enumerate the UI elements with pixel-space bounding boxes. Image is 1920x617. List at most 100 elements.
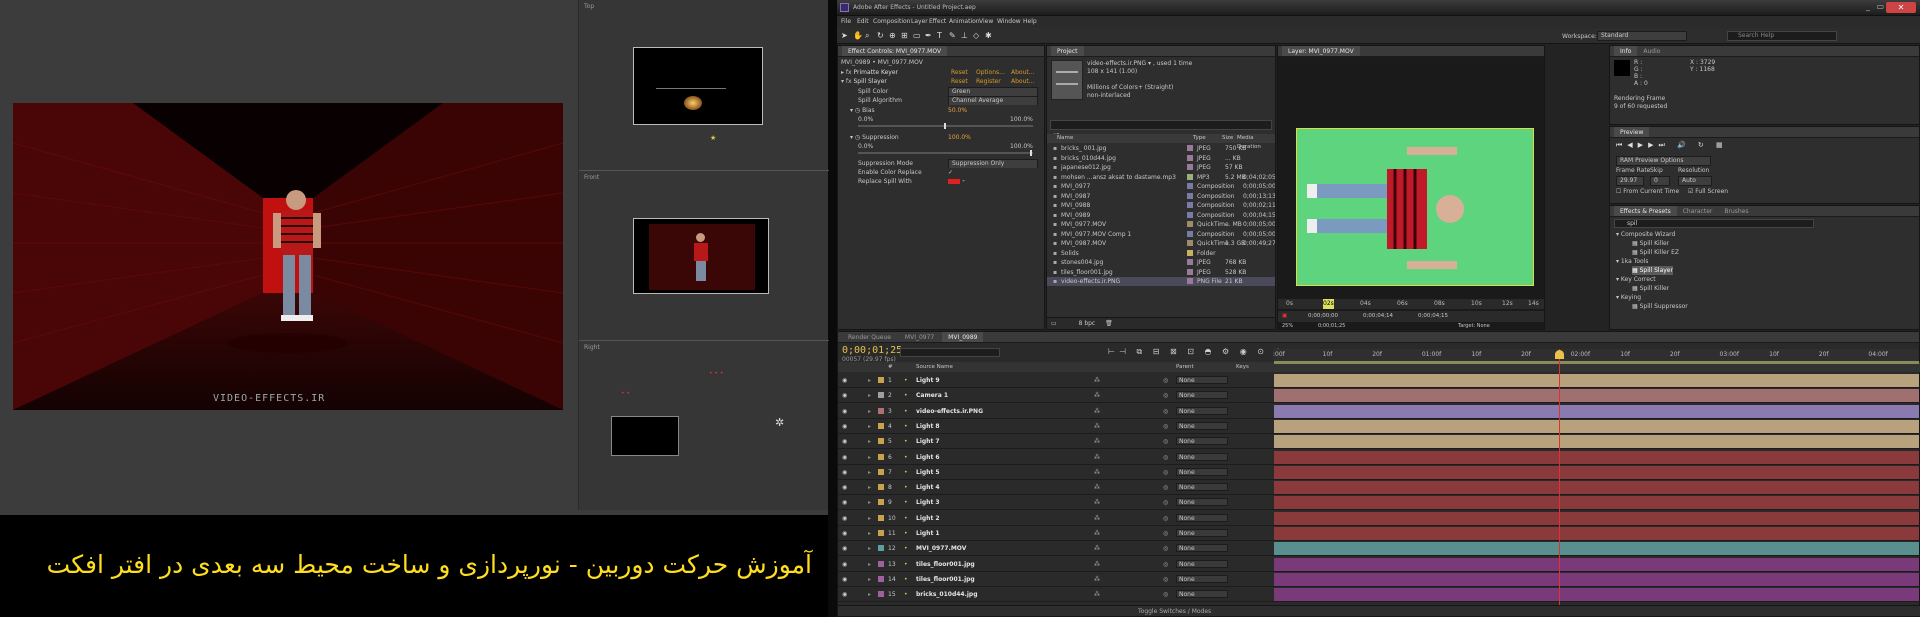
pickwhip-icon[interactable]: ◎ xyxy=(1163,391,1168,400)
switch-icon[interactable]: ⁂ xyxy=(1094,560,1100,569)
tab-character[interactable]: Character xyxy=(1677,206,1719,216)
expand-arrow-icon[interactable]: ▸ xyxy=(868,498,871,507)
layer-label-color[interactable] xyxy=(878,514,884,521)
maximize-button[interactable]: ▭ xyxy=(1876,2,1884,11)
visibility-eye-icon[interactable]: ◉ xyxy=(842,498,847,507)
timeline-layer-row[interactable]: ◉ ▸ 15 • bricks_010d44.jpg ⁂ ◎ None xyxy=(838,587,1920,603)
label-swatch[interactable] xyxy=(1187,164,1193,170)
effect-item[interactable]: ▦ Spill Slayer xyxy=(1632,266,1673,275)
parent-select[interactable]: None xyxy=(1176,590,1228,599)
target-select[interactable]: Target: None xyxy=(1458,323,1490,330)
project-item[interactable]: ▪ MVI_0987 Composition 0;00;13;13 xyxy=(1047,192,1275,201)
col-source-name[interactable]: Source Name xyxy=(916,362,953,372)
perspective-view[interactable]: VIDEO-EFFECTS.IR xyxy=(13,103,563,410)
switch-icon[interactable]: ⁂ xyxy=(1094,575,1100,584)
project-item[interactable]: ▪ MVI_0989 Composition 0;00;04;15 xyxy=(1047,211,1275,220)
col-number[interactable]: # xyxy=(888,362,893,372)
layer-duration-bar[interactable] xyxy=(1274,404,1919,418)
timeline-layer-row[interactable]: ◉ ▸ 9 • Light 3 ⁂ ◎ None xyxy=(838,495,1920,511)
label-swatch[interactable] xyxy=(1187,230,1193,237)
layer-label-color[interactable] xyxy=(878,468,884,475)
switch-icon[interactable]: ⁂ xyxy=(1094,407,1100,416)
layer-duration-bar[interactable] xyxy=(1274,572,1919,586)
text-tool-icon[interactable]: T xyxy=(937,31,942,40)
expand-arrow-icon[interactable]: ▸ xyxy=(868,544,871,553)
zoom-select[interactable]: 25% xyxy=(1282,323,1293,330)
visibility-eye-icon[interactable]: ◉ xyxy=(842,391,847,400)
layer-label-color[interactable] xyxy=(878,560,884,567)
layer-name[interactable]: tiles_floor001.jpg xyxy=(916,560,975,569)
col-keys[interactable]: Keys xyxy=(1236,362,1249,372)
layer-label-color[interactable] xyxy=(878,499,884,506)
pickwhip-icon[interactable]: ◎ xyxy=(1163,575,1168,584)
work-area-bar[interactable] xyxy=(1274,361,1919,364)
layer-duration-bar[interactable] xyxy=(1274,588,1919,602)
visibility-eye-icon[interactable]: ◉ xyxy=(842,560,847,569)
in-point[interactable]: 0;00;00;00 xyxy=(1308,311,1338,322)
expand-arrow-icon[interactable]: ▸ xyxy=(868,453,871,462)
pickwhip-icon[interactable]: ◎ xyxy=(1163,560,1168,569)
switch-icon[interactable]: ⁂ xyxy=(1094,468,1100,477)
layer-duration-bar[interactable] xyxy=(1274,496,1919,510)
tab-effects-presets[interactable]: Effects & Presets xyxy=(1614,206,1677,216)
frame-rate-select[interactable]: 29.97 xyxy=(1616,176,1644,186)
tab-comp-mvi-0989[interactable]: MVI_0989 xyxy=(942,332,984,342)
switch-icon[interactable]: ⁂ xyxy=(1094,529,1100,538)
label-swatch[interactable] xyxy=(1187,183,1193,189)
full-screen-check[interactable]: ☑ Full Screen xyxy=(1688,187,1728,196)
visibility-eye-icon[interactable]: ◉ xyxy=(842,376,847,385)
tab-info[interactable]: Info xyxy=(1614,46,1638,56)
timeline-layer-row[interactable]: ◉ ▸ 8 • Light 4 ⁂ ◎ None xyxy=(838,480,1920,496)
minimize-button[interactable]: _ xyxy=(1866,2,1870,11)
project-item[interactable]: ▪ MVI_0987.MOV QuickTime 1.3 GB 0;00;49;27 xyxy=(1047,239,1275,248)
menu-view[interactable]: View xyxy=(979,18,993,26)
pickwhip-icon[interactable]: ◎ xyxy=(1163,422,1168,431)
layer-duration-bar[interactable] xyxy=(1274,374,1919,387)
project-item[interactable]: ▪ mohsen ...ansz aksat to dastame.mp3 MP3 5… xyxy=(1047,173,1275,182)
puppet-tool-icon[interactable]: ✱ xyxy=(985,31,992,40)
expand-arrow-icon[interactable]: ▸ xyxy=(868,468,871,477)
layer-name[interactable]: Light 9 xyxy=(916,376,940,385)
search-help-input[interactable]: Search Help xyxy=(1727,31,1837,41)
menu-window[interactable]: Window xyxy=(997,18,1021,26)
menu-file[interactable]: File xyxy=(841,18,851,26)
timeline-layer-row[interactable]: ◉ ▸ 12 • MVI_0977.MOV ⁂ ◎ None xyxy=(838,541,1920,557)
layer-duration-bar[interactable] xyxy=(1274,527,1919,540)
switch-icon[interactable]: ⁂ xyxy=(1094,453,1100,462)
layer-name[interactable]: Light 5 xyxy=(916,468,940,477)
project-item[interactable]: ▪ video-effects.ir.PNG PNG File 21 KB xyxy=(1047,277,1275,286)
zoom-tool-icon[interactable]: ⌕ xyxy=(865,31,869,41)
layer-label-color[interactable] xyxy=(878,453,884,460)
color-replace-checkbox[interactable]: ✓ xyxy=(948,168,953,177)
workspace-select[interactable]: Standard xyxy=(1597,31,1687,41)
effect-item[interactable]: ▦ Spill Suppressor xyxy=(1632,302,1688,311)
project-item[interactable]: ▪ MVI_0977.MOV QuickTime... MB 0;00;05;00 xyxy=(1047,220,1275,229)
replace-color-swatch[interactable] xyxy=(948,179,960,184)
current-timecode[interactable]: 0;00;01;25 xyxy=(842,345,902,356)
effects-search-input[interactable]: spil xyxy=(1614,219,1814,228)
label-swatch[interactable] xyxy=(1187,202,1193,208)
timeline-toolbar-icons[interactable]: ⊢⊣ ⧉ ⊟ ⊠ ⊡ ◓ ⚙ ◉ ⊙ ◷ xyxy=(1108,347,1285,357)
visibility-eye-icon[interactable]: ◉ xyxy=(842,575,847,584)
visibility-eye-icon[interactable]: ◉ xyxy=(842,529,847,538)
switch-icon[interactable]: ⁂ xyxy=(1094,544,1100,553)
pickwhip-icon[interactable]: ◎ xyxy=(1163,407,1168,416)
project-item[interactable]: ▪ bricks_ 001.jpg JPEG 750 KB xyxy=(1047,144,1275,153)
skip-select[interactable]: 0 xyxy=(1650,176,1670,186)
label-swatch[interactable] xyxy=(1187,278,1193,284)
pickwhip-icon[interactable]: ◎ xyxy=(1163,437,1168,446)
pan-behind-tool-icon[interactable]: ⊞ xyxy=(901,31,908,40)
col-size[interactable]: Size xyxy=(1222,134,1233,143)
project-item[interactable]: ▪ tiles_floor001.jpg JPEG 528 KB xyxy=(1047,268,1275,277)
timeline-layer-row[interactable]: ◉ ▸ 6 • Light 6 ⁂ ◎ None xyxy=(838,450,1920,465)
right-view-box[interactable] xyxy=(611,416,679,456)
effect-item[interactable]: ▦ Spill Killer xyxy=(1632,239,1669,248)
layer-duration-bar[interactable] xyxy=(1274,542,1919,556)
label-swatch[interactable] xyxy=(1187,173,1193,180)
switch-icon[interactable]: ⁂ xyxy=(1094,391,1100,400)
selection-tool-icon[interactable]: ➤ xyxy=(841,31,848,40)
project-item[interactable]: ▪ stones004.jpg JPEG 768 KB xyxy=(1047,258,1275,267)
menu-help[interactable]: Help xyxy=(1023,18,1037,26)
layer-label-color[interactable] xyxy=(878,575,884,582)
playback-controls[interactable]: ⏮◀▶▶⏭ 🔊 ↻ ▦ xyxy=(1616,141,1728,150)
